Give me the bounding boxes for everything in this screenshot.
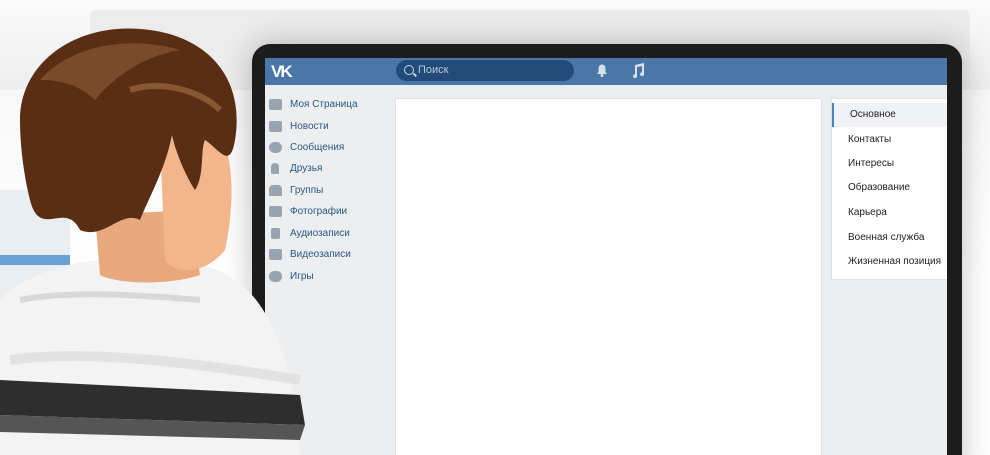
menu-item-label: Образование <box>848 182 910 193</box>
vk-screen: VK Поиск Моя Страница Новости Сообщения … <box>265 58 947 455</box>
menu-item-label: Военная служба <box>848 232 925 243</box>
main-content-area <box>395 98 822 455</box>
menu-item-label: Жизненная позиция <box>848 256 942 267</box>
menu-item-label: Интересы <box>848 158 895 169</box>
menu-item-contacts[interactable]: Контакты <box>832 128 947 152</box>
search-placeholder: Поиск <box>418 64 449 76</box>
menu-item-interests[interactable]: Интересы <box>832 152 947 176</box>
settings-menu: Основное Контакты Интересы Образование К… <box>831 98 947 280</box>
menu-item-label: Контакты <box>848 134 892 145</box>
search-icon <box>404 65 414 75</box>
bell-icon[interactable] <box>596 64 608 77</box>
music-icon[interactable] <box>631 63 645 78</box>
illustration-scene: VK Поиск Моя Страница Новости Сообщения … <box>0 0 990 455</box>
person-illustration <box>0 28 305 455</box>
menu-item-career[interactable]: Карьера <box>832 201 947 225</box>
menu-item-military[interactable]: Военная служба <box>832 226 947 250</box>
menu-item-main[interactable]: Основное <box>832 103 947 127</box>
search-input[interactable]: Поиск <box>396 60 574 81</box>
menu-item-life-position[interactable]: Жизненная позиция <box>832 250 947 274</box>
menu-item-label: Карьера <box>848 207 887 218</box>
menu-item-label: Основное <box>850 109 896 120</box>
menu-item-education[interactable]: Образование <box>832 176 947 200</box>
top-header: VK Поиск <box>265 58 947 85</box>
